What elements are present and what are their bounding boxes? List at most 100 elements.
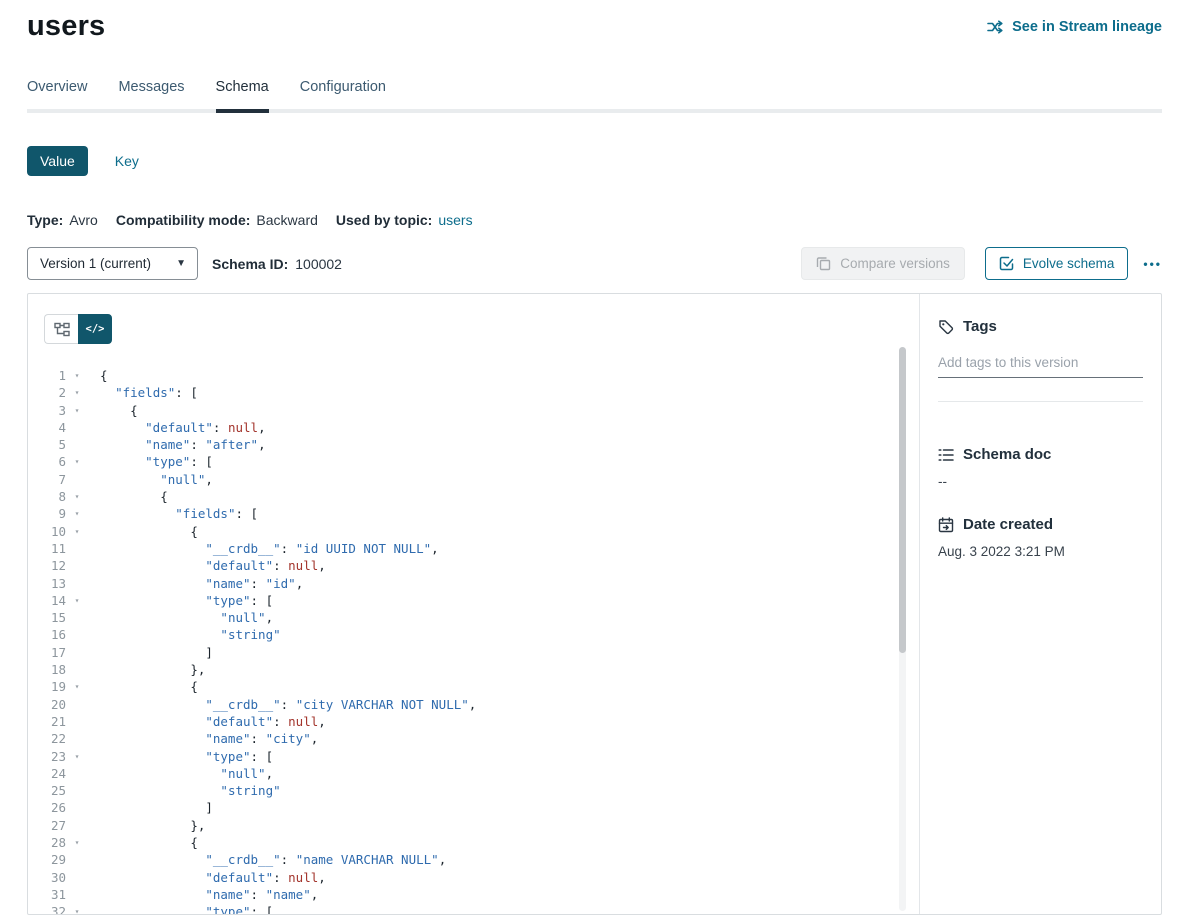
meta-type: Type: Avro (27, 212, 98, 228)
schema-meta-row: Type: Avro Compatibility mode: Backward … (27, 212, 1162, 228)
code-line: 7 "null", (44, 471, 919, 488)
key-toggle-button[interactable]: Key (115, 153, 139, 169)
line-number: 23 (44, 748, 66, 765)
fold-toggle-icon[interactable]: ▾ (71, 488, 83, 505)
fold-spacer (71, 886, 83, 903)
schema-editor: </> 1▾{2▾ "fields": [3▾ {4 "default": nu… (28, 294, 919, 914)
tab-overview[interactable]: Overview (27, 79, 87, 109)
fold-toggle-icon[interactable]: ▾ (71, 505, 83, 522)
add-tags-input[interactable] (938, 351, 1143, 378)
fold-toggle-icon[interactable]: ▾ (71, 523, 83, 540)
line-number: 15 (44, 609, 66, 626)
value-toggle-button[interactable]: Value (27, 146, 88, 176)
fold-toggle-icon[interactable]: ▾ (71, 453, 83, 470)
schema-doc-value: -- (938, 474, 1143, 489)
code-line: 21 "default": null, (44, 713, 919, 730)
stream-lineage-icon (987, 20, 1004, 34)
tag-icon (938, 319, 954, 335)
line-number: 5 (44, 436, 66, 453)
code-line: 20 "__crdb__": "city VARCHAR NOT NULL", (44, 696, 919, 713)
fold-spacer (71, 782, 83, 799)
fold-spacer (71, 765, 83, 782)
line-number: 29 (44, 851, 66, 868)
code-line: 32 ▾ "type": [ (44, 903, 919, 914)
code-text: ] (100, 799, 213, 816)
tab-configuration[interactable]: Configuration (300, 79, 386, 109)
editor-scrollbar[interactable] (899, 347, 906, 653)
fold-spacer (71, 626, 83, 643)
tab-schema[interactable]: Schema (216, 79, 269, 113)
editor-scroll-track[interactable] (899, 347, 906, 911)
line-number: 13 (44, 575, 66, 592)
compare-versions-button[interactable]: Compare versions (801, 247, 965, 280)
evolve-schema-button[interactable]: Evolve schema (985, 247, 1129, 280)
code-text: "null", (100, 471, 213, 488)
page-title: users (27, 10, 105, 43)
line-number: 18 (44, 661, 66, 678)
code-view-icon: </> (86, 323, 105, 335)
compare-icon (816, 256, 831, 271)
line-number: 3 (44, 402, 66, 419)
code-line: 19▾ { (44, 678, 919, 695)
stream-lineage-link[interactable]: See in Stream lineage (987, 19, 1162, 35)
fold-spacer (71, 436, 83, 453)
code-text: "null", (100, 765, 273, 782)
fold-toggle-icon[interactable]: ▾ (71, 384, 83, 401)
code-text: "__crdb__": "name VARCHAR NULL", (100, 851, 446, 868)
fold-spacer (71, 609, 83, 626)
fold-spacer (71, 557, 83, 574)
topbar: users See in Stream lineage (27, 0, 1162, 43)
code-line: 6▾ "type": [ (44, 453, 919, 470)
version-select[interactable]: Version 1 (current) ▼ (27, 247, 198, 280)
fold-spacer (71, 661, 83, 678)
fold-spacer (71, 644, 83, 661)
line-number: 32 (44, 903, 66, 914)
tab-messages[interactable]: Messages (118, 79, 184, 109)
fold-spacer (71, 799, 83, 816)
line-number: 12 (44, 557, 66, 574)
code-text: { (100, 834, 198, 851)
code-text: { (100, 488, 168, 505)
schema-doc-title: Schema doc (963, 446, 1051, 463)
code-text: { (100, 367, 108, 384)
line-number: 24 (44, 765, 66, 782)
line-number: 8 (44, 488, 66, 505)
code-line: 23▾ "type": [ (44, 748, 919, 765)
fold-toggle-icon[interactable]: ▾ (71, 678, 83, 695)
fold-toggle-icon[interactable]: ▾ (71, 592, 83, 609)
code-line: 12 "default": null, (44, 557, 919, 574)
code-line: 18 }, (44, 661, 919, 678)
fold-toggle-icon[interactable]: ▾ (71, 402, 83, 419)
tree-view-button[interactable] (44, 314, 78, 344)
line-number: 7 (44, 471, 66, 488)
code-view-button[interactable]: </> (78, 314, 112, 344)
code-text: ] (100, 644, 213, 661)
code-text: "__crdb__": "id UUID NOT NULL", (100, 540, 439, 557)
fold-toggle-icon[interactable]: ▾ (71, 748, 83, 765)
code-line: 5 "name": "after", (44, 436, 919, 453)
line-number: 20 (44, 696, 66, 713)
schema-id-label: Schema ID: (212, 256, 288, 272)
fold-toggle-icon[interactable]: ▾ (71, 903, 83, 914)
code-line: 1▾{ (44, 367, 919, 384)
code-text: "default": null, (100, 419, 266, 436)
more-options-button[interactable]: ••• (1143, 257, 1162, 271)
line-number: 22 (44, 730, 66, 747)
code-line: 29 "__crdb__": "name VARCHAR NULL", (44, 851, 919, 868)
code-text: "string" (100, 782, 281, 799)
code-line: 9▾ "fields": [ (44, 505, 919, 522)
code-text: "type": [ (100, 903, 273, 914)
fold-toggle-icon[interactable]: ▾ (71, 367, 83, 384)
code-line: 2▾ "fields": [ (44, 384, 919, 401)
fold-toggle-icon[interactable]: ▾ (71, 834, 83, 851)
schema-sidebar: Tags Schema doc -- (919, 294, 1161, 914)
schema-id-value: 100002 (295, 256, 342, 272)
topic-link[interactable]: users (438, 212, 472, 228)
line-number: 31 (44, 886, 66, 903)
evolve-schema-label: Evolve schema (1023, 256, 1115, 271)
code-line: 28▾ { (44, 834, 919, 851)
code-text: "name": "id", (100, 575, 303, 592)
meta-type-value: Avro (69, 212, 98, 228)
code-line: 11 "__crdb__": "id UUID NOT NULL", (44, 540, 919, 557)
meta-compat-label: Compatibility mode: (116, 212, 251, 228)
